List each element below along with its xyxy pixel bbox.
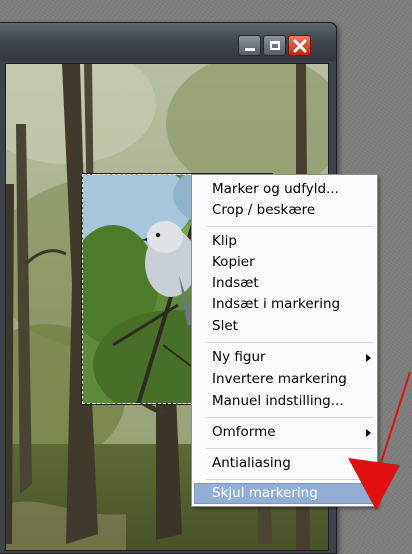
annotation-arrow-icon [348, 371, 411, 510]
